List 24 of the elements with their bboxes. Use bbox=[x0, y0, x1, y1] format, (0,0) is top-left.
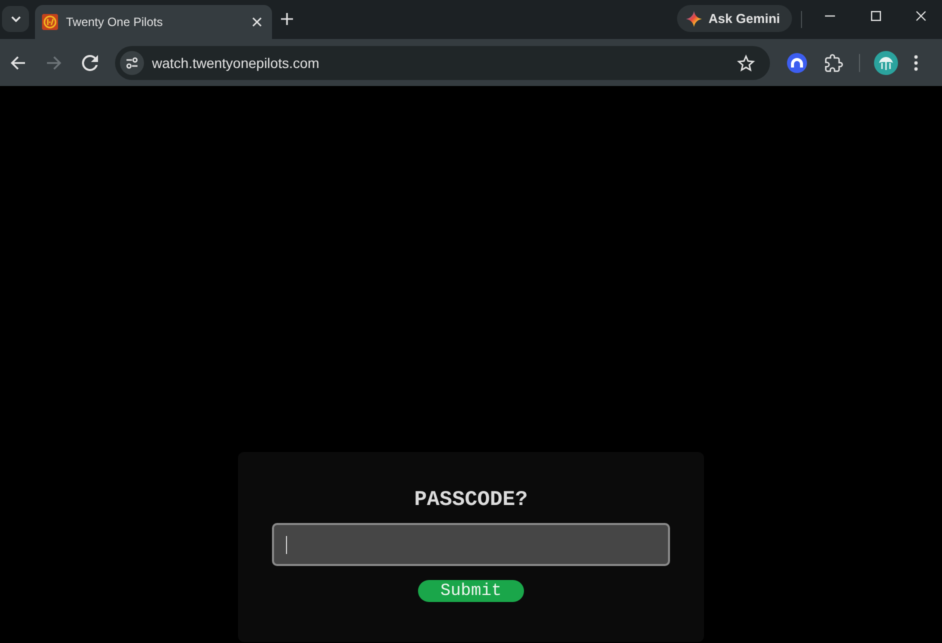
maximize-icon[interactable] bbox=[871, 11, 881, 21]
minimize-icon[interactable] bbox=[825, 15, 835, 17]
plus-icon[interactable] bbox=[280, 12, 294, 26]
tab-search-button[interactable] bbox=[2, 6, 29, 32]
kebab-menu-icon[interactable] bbox=[914, 54, 918, 70]
url-text: watch.twentyonepilots.com bbox=[152, 54, 320, 70]
star-icon[interactable] bbox=[737, 54, 755, 72]
browser-tab[interactable]: Twenty One Pilots bbox=[35, 5, 272, 39]
tab-title: Twenty One Pilots bbox=[66, 15, 164, 29]
chevron-down-icon bbox=[10, 16, 20, 22]
back-arrow-icon[interactable] bbox=[10, 54, 26, 70]
avatar-icon[interactable] bbox=[874, 50, 898, 74]
puzzle-icon[interactable] bbox=[825, 54, 843, 72]
tune-icon[interactable] bbox=[120, 50, 144, 74]
passcode-field[interactable] bbox=[272, 523, 670, 566]
arch-icon[interactable] bbox=[787, 52, 807, 72]
close-window-icon[interactable] bbox=[916, 11, 926, 21]
address-bar[interactable]: watch.twentyonepilots.com bbox=[115, 46, 770, 80]
close-icon[interactable] bbox=[252, 17, 262, 27]
ask-gemini-button[interactable]: Ask Gemini bbox=[677, 5, 792, 32]
passcode-title: PASSCODE? bbox=[414, 489, 528, 513]
reload-icon[interactable] bbox=[82, 54, 98, 70]
sparkle-icon bbox=[686, 10, 702, 26]
favicon-icon bbox=[42, 14, 58, 30]
